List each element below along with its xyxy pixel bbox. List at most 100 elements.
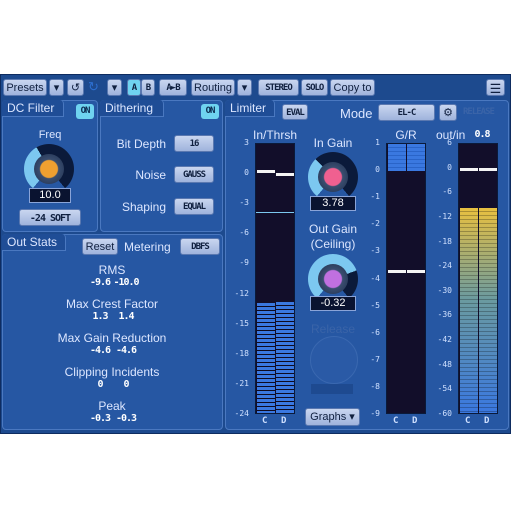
gr-scale-tick: -3 xyxy=(370,246,380,256)
copy-a-to-b-button[interactable]: A►B xyxy=(159,79,187,96)
in-thrsh-scale-tick: 0 xyxy=(244,168,249,178)
shaping-label: Shaping xyxy=(121,200,166,214)
in-thrsh-meter xyxy=(255,143,295,414)
out-in-scale-tick: -30 xyxy=(437,285,452,295)
gr-scale-tick: -2 xyxy=(370,219,380,229)
stat-right-value: -4.6 xyxy=(115,345,137,356)
dc-filter-on-toggle[interactable]: ON xyxy=(76,104,94,119)
gr-scale-tick: -8 xyxy=(370,381,380,391)
in-gain-label: In Gain xyxy=(313,136,353,150)
routing-button[interactable]: Routing xyxy=(191,79,235,96)
out-in-peak-marker xyxy=(479,167,497,171)
settings-gear-icon[interactable]: ⚙ xyxy=(439,104,457,121)
freq-knob-cap xyxy=(34,154,64,184)
out-in-level-bar xyxy=(479,207,497,413)
in-thrsh-scale-tick: 3 xyxy=(244,138,249,147)
stat-label: Max Crest Factor xyxy=(65,297,158,311)
presets-dropdown-icon[interactable]: ▾ xyxy=(49,79,64,96)
stat-label: Peak xyxy=(98,399,126,413)
in-thrsh-scale-tick: -6 xyxy=(239,228,249,238)
copy-to-button[interactable]: Copy to xyxy=(330,79,375,96)
gr-channel-label: D xyxy=(412,416,418,426)
ab-b-button[interactable]: B xyxy=(141,79,155,96)
gr-scale-tick: -7 xyxy=(370,354,380,364)
gr-peak-marker xyxy=(407,270,425,274)
redo-icon[interactable]: ↻ xyxy=(88,79,99,95)
gr-level-bar xyxy=(407,144,425,172)
stereo-button[interactable]: STEREO xyxy=(258,79,299,96)
out-in-scale-tick: -42 xyxy=(437,335,452,345)
solo-button[interactable]: SOLO xyxy=(301,79,328,96)
stat-right-value: 0 xyxy=(123,379,129,390)
out-in-level-bar xyxy=(460,207,478,413)
dithering-title: Dithering xyxy=(100,100,164,117)
out-in-scale-tick: -54 xyxy=(437,384,452,394)
stat-label: RMS xyxy=(98,263,126,277)
in-thrsh-scale-tick: -9 xyxy=(239,258,249,268)
out-in-meter xyxy=(458,143,498,414)
in-thrsh-level-bar xyxy=(257,302,275,413)
noise-select[interactable]: GAUSS xyxy=(174,166,214,183)
gr-peak-marker xyxy=(388,270,406,274)
in-thrsh-peak-marker xyxy=(257,170,275,174)
bit-depth-select[interactable]: 16 xyxy=(174,135,214,152)
dc-filter-title: DC Filter xyxy=(2,100,64,117)
freq-value[interactable]: 10.0 xyxy=(29,188,71,203)
out-in-scale-tick: 6 xyxy=(447,138,452,147)
dc-slope-button[interactable]: -24 SOFT xyxy=(19,209,81,226)
metering-label: Metering xyxy=(124,240,171,254)
stat-right-value: -0.3 xyxy=(115,413,137,424)
release-label: Release xyxy=(310,322,356,336)
release-readout xyxy=(311,384,353,394)
in-thrsh-label: In/Thrsh xyxy=(252,128,297,142)
gr-scale-tick: -4 xyxy=(370,273,380,283)
gr-scale-tick: -5 xyxy=(370,300,380,310)
in-thrsh-channel-label: C xyxy=(262,416,268,426)
mode-label: Mode xyxy=(340,106,373,121)
in-thrsh-scale-tick: -12 xyxy=(234,288,249,298)
undo-icon[interactable]: ↺ xyxy=(67,79,84,96)
menu-dropdown-icon[interactable]: ▾ xyxy=(107,79,122,96)
in-thrsh-scale-tick: -18 xyxy=(234,348,249,358)
dithering-on-toggle[interactable]: ON xyxy=(201,104,219,119)
graphs-button[interactable]: Graphs ▾ xyxy=(305,408,360,426)
gr-scale-tick: 0 xyxy=(375,165,380,175)
out-in-scale-tick: -6 xyxy=(442,187,452,197)
metering-select[interactable]: DBFS xyxy=(180,238,220,255)
hamburger-menu-icon[interactable]: ☰ xyxy=(486,79,505,96)
threshold-line[interactable] xyxy=(256,212,294,214)
bit-depth-label: Bit Depth xyxy=(116,137,166,151)
out-gain-knob-cap xyxy=(318,264,348,294)
ab-a-button[interactable]: A xyxy=(127,79,141,96)
in-thrsh-scale-tick: -21 xyxy=(234,378,249,388)
out-in-peak-marker xyxy=(460,167,478,171)
stat-right-value: -10.0 xyxy=(113,277,139,288)
release-button: RELEASE xyxy=(463,107,495,117)
out-in-scale-tick: -48 xyxy=(437,359,452,369)
gr-scale-tick: -9 xyxy=(370,409,380,418)
in-thrsh-scale-tick: -24 xyxy=(234,409,249,418)
eval-button[interactable]: EVAL xyxy=(282,104,308,120)
out-in-scale-tick: -60 xyxy=(437,409,452,418)
limiter-title: Limiter xyxy=(225,100,275,117)
routing-dropdown-icon[interactable]: ▾ xyxy=(237,79,252,96)
out-in-value: 0.8 xyxy=(474,129,490,140)
reset-button[interactable]: Reset xyxy=(82,238,118,255)
out-in-channel-label: D xyxy=(484,416,490,426)
mode-select[interactable]: EL-C xyxy=(378,104,435,121)
out-gain-value[interactable]: -0.32 xyxy=(310,296,356,311)
shaping-select[interactable]: EQUAL xyxy=(174,198,214,215)
in-thrsh-level-bar xyxy=(276,301,294,413)
out-in-scale-tick: -12 xyxy=(437,211,452,221)
out-in-scale-tick: -36 xyxy=(437,310,452,320)
presets-button[interactable]: Presets xyxy=(3,79,47,96)
in-thrsh-scale-tick: -15 xyxy=(234,318,249,328)
stat-label: Max Gain Reduction xyxy=(57,331,167,345)
out-stats-title: Out Stats xyxy=(2,234,66,251)
in-gain-value[interactable]: 3.78 xyxy=(310,196,356,211)
in-thrsh-scale-tick: -3 xyxy=(239,198,249,208)
out-in-channel-label: C xyxy=(465,416,471,426)
gr-scale-tick: -1 xyxy=(370,192,380,202)
noise-label: Noise xyxy=(135,168,166,182)
gr-channel-label: C xyxy=(393,416,399,426)
